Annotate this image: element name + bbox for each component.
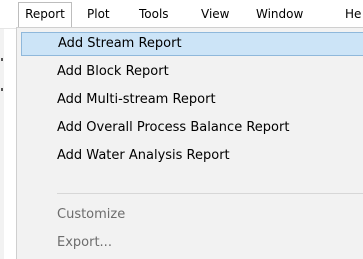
menu-item-add-overall-process-balance-report[interactable]: Add Overall Process Balance Report [21,116,363,140]
background-window-edge [0,28,4,259]
menu-separator [57,193,363,194]
menu-item-customize[interactable]: Customize [21,203,363,227]
report-dropdown-menu: Add Stream Report Add Block Report Add M… [16,27,363,259]
background-mark [1,88,3,91]
menu-item-export[interactable]: Export... [21,231,363,255]
menu-help[interactable]: He [345,0,361,28]
menu-item-add-block-report[interactable]: Add Block Report [21,60,363,84]
app-window: Report Plot Tools View Window He Add Str… [0,0,363,259]
menu-item-add-multi-stream-report[interactable]: Add Multi-stream Report [21,88,363,112]
menu-item-add-stream-report[interactable]: Add Stream Report [21,32,363,56]
menu-report[interactable]: Report [18,2,72,27]
menu-view[interactable]: View [201,0,229,28]
menu-bar: Report Plot Tools View Window He [0,0,363,29]
background-mark [1,58,3,61]
menu-item-add-water-analysis-report[interactable]: Add Water Analysis Report [21,144,363,168]
menu-plot[interactable]: Plot [87,0,110,28]
menu-tools[interactable]: Tools [139,0,169,28]
menu-window[interactable]: Window [256,0,303,28]
